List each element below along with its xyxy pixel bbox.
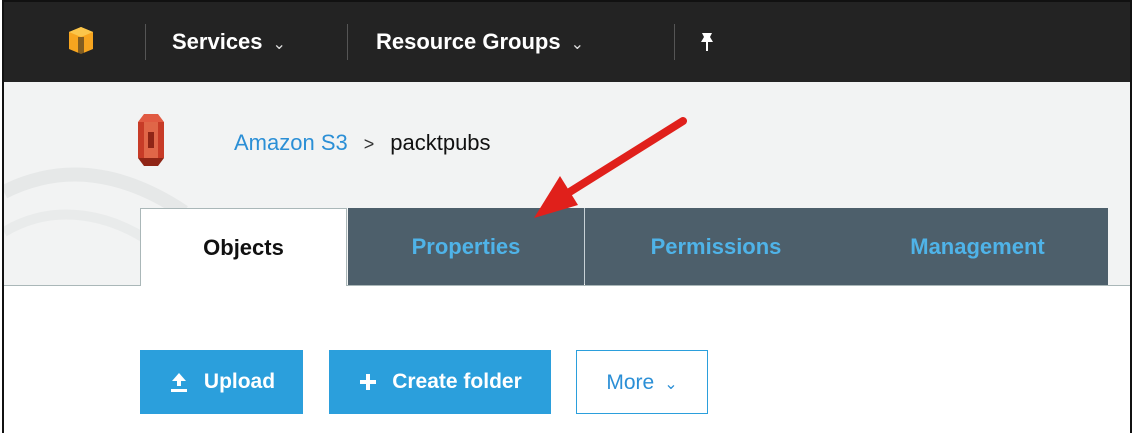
- aws-logo-icon[interactable]: [67, 25, 95, 55]
- plus-icon: [360, 374, 377, 391]
- breadcrumb: Amazon S3 > packtpubs: [234, 128, 491, 158]
- breadcrumb-separator: >: [363, 134, 375, 154]
- frame-border-right: [1130, 0, 1132, 433]
- tab-permissions-label: Permissions: [650, 234, 782, 259]
- chevron-down-icon: ⌄: [570, 36, 585, 53]
- more-label: More: [606, 371, 655, 394]
- nav-separator: [674, 24, 675, 60]
- top-navigation-bar: Services ⌄ Resource Groups ⌄: [4, 2, 1130, 82]
- upload-icon: [170, 373, 187, 393]
- create-folder-label: Create folder: [392, 370, 522, 393]
- resource-groups-menu[interactable]: Resource Groups ⌄: [376, 26, 584, 58]
- breadcrumb-amazon-s3-link[interactable]: Amazon S3: [234, 130, 348, 155]
- upload-label: Upload: [203, 370, 276, 393]
- services-menu[interactable]: Services ⌄: [172, 26, 286, 58]
- chevron-down-icon: ⌄: [664, 376, 678, 393]
- resource-groups-label: Resource Groups: [376, 29, 561, 54]
- tab-objects[interactable]: Objects: [140, 208, 347, 286]
- nav-separator: [145, 24, 146, 60]
- tab-objects-label: Objects: [203, 235, 284, 260]
- tab-properties[interactable]: Properties: [348, 208, 584, 286]
- upload-button[interactable]: Upload: [140, 350, 303, 414]
- create-folder-button[interactable]: Create folder: [329, 350, 551, 414]
- s3-logo-icon: [138, 114, 164, 166]
- tab-properties-label: Properties: [411, 234, 521, 259]
- pin-icon[interactable]: [696, 30, 718, 54]
- services-label: Services: [172, 29, 263, 54]
- tab-permissions[interactable]: Permissions: [585, 208, 847, 286]
- breadcrumb-current-bucket: packtpubs: [390, 130, 491, 155]
- more-dropdown-button[interactable]: More ⌄: [576, 350, 708, 414]
- tab-management[interactable]: Management: [847, 208, 1108, 286]
- nav-separator: [347, 24, 348, 60]
- tab-management-label: Management: [910, 234, 1045, 259]
- screenshot-frame: Services ⌄ Resource Groups ⌄ Amazon S3 > pac…: [0, 0, 1136, 433]
- chevron-down-icon: ⌄: [272, 36, 286, 53]
